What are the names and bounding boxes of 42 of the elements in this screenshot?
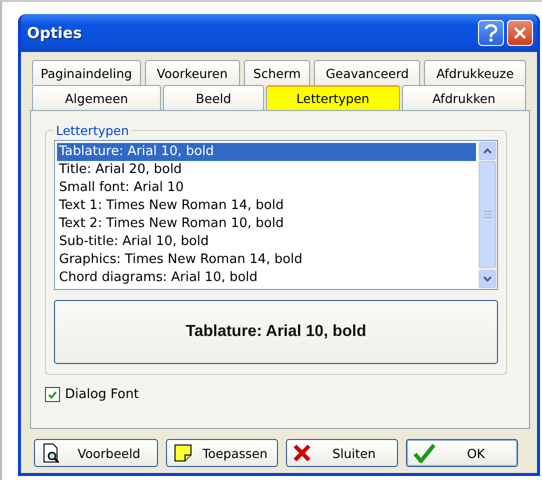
list-item[interactable]: Title: Arial 20, bold [57,161,476,179]
list-item[interactable]: Text 1: Times New Roman 14, bold [57,197,476,215]
chevron-down-icon [483,276,492,282]
note-icon [173,443,193,463]
preview-button[interactable]: Voorbeeld [34,439,158,467]
checkbox-label: Dialog Font [65,387,139,402]
list-item[interactable]: Small font: Arial 10 [57,179,476,197]
scroll-up-button[interactable] [479,142,496,160]
list-item[interactable]: Chord diagrams: Arial 10, bold [57,269,476,287]
list-item[interactable]: Graphics: Times New Roman 14, bold [57,251,476,269]
font-list[interactable] [54,140,498,290]
magnifier-page-icon [41,443,61,463]
help-button[interactable] [478,20,504,46]
tab[interactable]: Afdrukken [402,85,526,110]
apply-button[interactable]: Toepassen [166,439,278,467]
tab[interactable]: Scherm [244,60,310,85]
tab[interactable]: Voorkeuren [144,60,240,85]
tab[interactable]: Paginaindeling [32,60,141,85]
scrollbar-thumb[interactable] [479,161,496,268]
chevron-up-icon [483,148,492,154]
close-icon [293,444,311,462]
scroll-down-button[interactable] [479,270,496,288]
tab[interactable]: Geavanceerd [314,60,420,85]
list-item[interactable]: Tablature: Arial 10, bold [57,143,476,161]
tab[interactable]: Afdrukkeuze [424,60,526,85]
list-item[interactable]: Text 2: Times New Roman 10, bold [57,215,476,233]
tab[interactable]: Beeld [163,85,264,110]
checkbox[interactable] [45,387,60,402]
checkmark-icon [48,390,57,398]
group-title: Lettertypen [55,123,130,138]
checkmark-icon [413,443,435,463]
close-button[interactable] [507,20,533,46]
close-icon [513,26,527,40]
tab[interactable]: Algemeen [32,85,162,110]
help-icon [484,24,498,42]
close-button[interactable]: Sluiten [286,439,398,467]
grip-icon [484,211,492,218]
font-preview-button[interactable]: Tablature: Arial 10, bold [54,300,498,364]
list-item[interactable]: Sub-title: Arial 10, bold [57,233,476,251]
window-title: Opties [27,24,83,42]
tab[interactable]: Lettertypen [266,85,400,110]
ok-button[interactable]: OK [406,439,518,467]
